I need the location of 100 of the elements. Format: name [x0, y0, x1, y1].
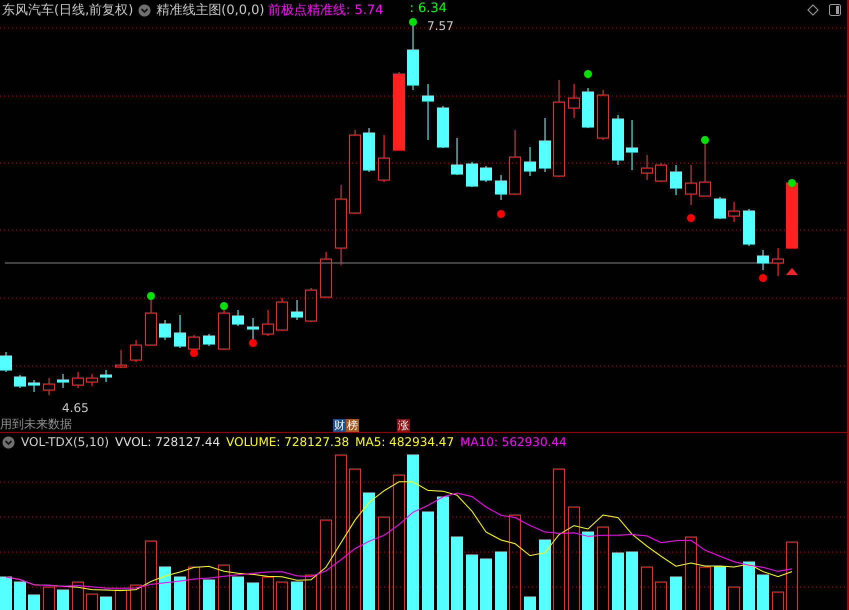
volume-bar	[188, 566, 200, 610]
candlestick	[437, 106, 449, 148]
candlestick	[597, 90, 609, 140]
candlestick	[509, 130, 521, 196]
signal-dot	[759, 274, 767, 282]
volume-bar	[743, 562, 755, 610]
candlestick	[14, 374, 26, 388]
candlestick	[655, 162, 667, 182]
volume-value: MA5: 482934.47	[355, 435, 454, 449]
high-price-label: 7.57	[427, 19, 454, 33]
dropdown-icon[interactable]	[2, 436, 15, 448]
candlestick	[57, 374, 69, 388]
candlestick	[612, 114, 624, 166]
signal-dot	[190, 349, 198, 357]
candlestick	[247, 318, 259, 340]
candlestick	[378, 134, 390, 182]
candlestick	[714, 196, 726, 220]
info-badge[interactable]: 涨	[397, 418, 410, 432]
volume-bar	[145, 540, 157, 610]
candlestick	[582, 88, 594, 128]
volume-bar	[728, 586, 740, 610]
candlestick	[495, 174, 507, 200]
candlestick	[728, 202, 740, 222]
candlestick	[0, 352, 12, 372]
candlestick	[100, 370, 112, 382]
candlestick	[262, 310, 274, 336]
volume-bar	[612, 552, 624, 610]
volume-bar	[655, 582, 667, 610]
candlestick	[466, 162, 478, 188]
signal-dot	[147, 292, 155, 300]
volume-bar	[43, 586, 55, 610]
volume-bar	[130, 584, 142, 610]
signal-dot	[249, 339, 257, 347]
candlestick	[305, 288, 317, 322]
volume-bar	[262, 576, 274, 610]
panel-toggle-icon[interactable]	[829, 4, 841, 16]
candlestick	[568, 84, 580, 118]
low-price-label: 4.65	[62, 401, 89, 415]
volume-bar	[714, 566, 726, 610]
candlestick	[451, 138, 463, 176]
candlestick	[203, 334, 215, 346]
volume-bar	[626, 552, 638, 610]
signal-dot	[687, 214, 695, 222]
volume-bar	[57, 590, 69, 610]
volume-bar	[699, 566, 711, 610]
volume-bar	[524, 596, 536, 610]
candlestick	[786, 182, 798, 248]
info-badge[interactable]: 财	[333, 418, 346, 432]
volume-bar	[757, 574, 769, 610]
signal-dot	[497, 210, 505, 218]
candlestick	[218, 310, 230, 350]
candlestick	[145, 298, 157, 346]
dropdown-icon[interactable]	[138, 4, 152, 16]
info-badge[interactable]: 榜	[346, 418, 359, 432]
volume-bar	[247, 582, 259, 610]
candlestick	[670, 164, 682, 196]
candlestick	[772, 248, 784, 276]
volume-bar	[495, 552, 507, 610]
volume-bar	[86, 594, 98, 610]
candlestick	[159, 320, 171, 340]
candlestick	[276, 298, 288, 332]
volume-bar	[232, 576, 244, 610]
candlestick	[115, 350, 127, 368]
candlestick	[363, 128, 375, 172]
volume-bar	[14, 582, 26, 610]
volume-bar	[72, 582, 84, 610]
volume-indicator-name: VOL-TDX(5,10)	[21, 435, 110, 449]
diamond-icon[interactable]	[807, 4, 819, 16]
volume-bar	[203, 580, 215, 610]
signal-dot	[701, 136, 709, 144]
candlestick	[539, 118, 551, 172]
candlestick	[43, 378, 55, 396]
volume-bar	[159, 566, 171, 610]
volume-bar	[670, 576, 682, 610]
volume-bar	[291, 582, 303, 610]
volume-bar	[466, 554, 478, 610]
candlestick	[188, 334, 200, 350]
indicator-name: 精准线主图(0,0,0)	[156, 2, 265, 19]
stock-title: 东风汽车(日线,前复权)	[2, 2, 134, 19]
volume-bar	[218, 564, 230, 610]
volume-bar	[100, 596, 112, 610]
volume-bar	[539, 540, 551, 610]
signal-dot	[788, 179, 796, 187]
indicator-value: 前极点精准线: 5.74	[268, 2, 384, 19]
volume-value: VOLUME: 728127.38	[226, 435, 350, 449]
candlestick	[28, 380, 40, 392]
volume-value: MA10: 562930.44	[460, 435, 567, 449]
candlestick	[626, 120, 638, 170]
volume-bar	[174, 576, 186, 610]
volume-bar	[276, 582, 288, 610]
indicator-value: : 6.34	[409, 1, 447, 18]
candlestick	[641, 154, 653, 180]
candlestick	[86, 374, 98, 386]
candlestick	[480, 166, 492, 182]
candlestick	[524, 146, 536, 176]
candlestick	[320, 252, 332, 298]
candlestick	[685, 164, 697, 206]
volume-bar	[480, 558, 492, 610]
candlestick	[743, 208, 755, 246]
volume-bar	[28, 594, 40, 610]
